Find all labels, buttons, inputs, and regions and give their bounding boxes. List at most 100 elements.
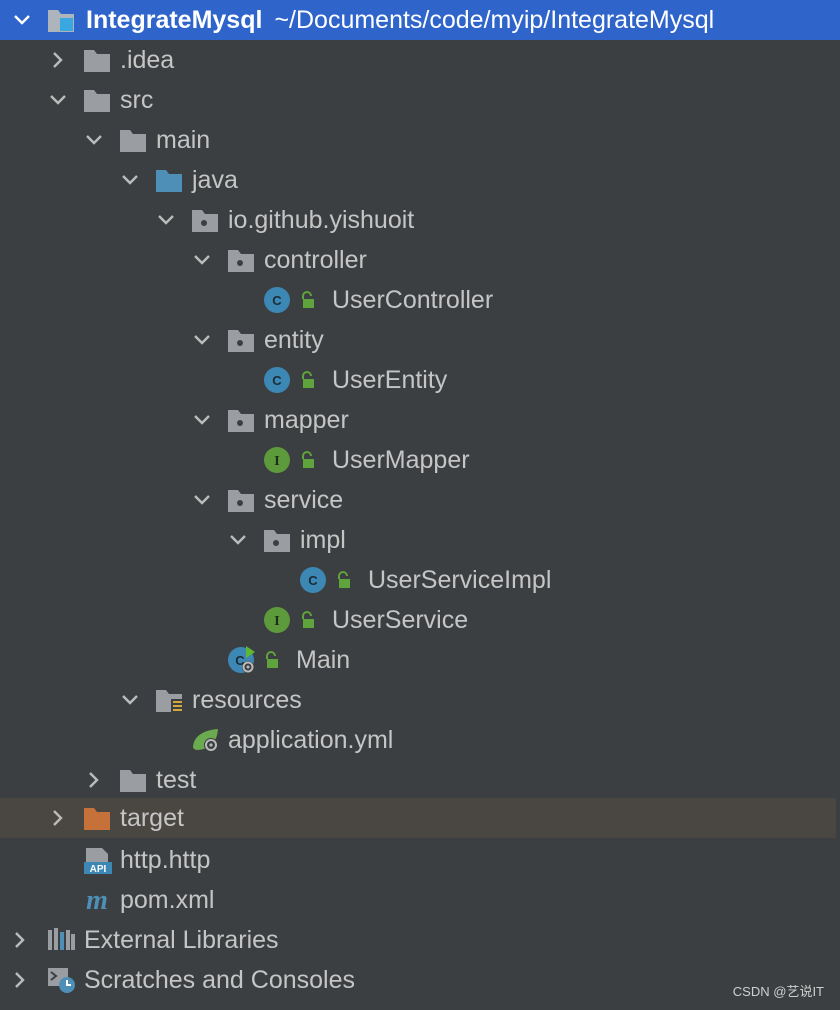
chevron-down-icon[interactable] [190, 488, 214, 512]
package-icon [226, 246, 256, 274]
package-icon [226, 486, 256, 514]
module-folder-icon [46, 6, 76, 34]
chevron-right-icon[interactable] [46, 48, 70, 72]
package-icon [190, 206, 220, 234]
tree-item-label: entity [264, 326, 324, 354]
tree-item-user-controller[interactable]: C UserController [0, 280, 840, 320]
chevron-down-icon[interactable] [118, 688, 142, 712]
tree-item-label: UserMapper [332, 446, 470, 474]
chevron-right-icon[interactable] [82, 768, 106, 792]
chevron-down-icon[interactable] [10, 8, 34, 32]
source-folder-icon [154, 166, 184, 194]
svg-text:m: m [86, 886, 108, 914]
package-icon [226, 326, 256, 354]
tree-item-resources[interactable]: resources [0, 680, 840, 720]
chevron-down-icon[interactable] [190, 408, 214, 432]
svg-text:I: I [274, 454, 279, 469]
tree-item-external-libraries[interactable]: External Libraries [0, 920, 840, 960]
tree-item-label: .idea [120, 46, 175, 74]
tree-item-http-file[interactable]: API http.http [0, 840, 840, 880]
tree-item-label: http.http [120, 846, 211, 874]
svg-text:I: I [274, 614, 279, 629]
class-icon: C [262, 366, 292, 394]
tree-item-label: pom.xml [120, 886, 215, 914]
chevron-down-icon[interactable] [154, 208, 178, 232]
chevron-right-icon[interactable] [8, 928, 32, 952]
tree-item-entity[interactable]: entity [0, 320, 840, 360]
chevron-down-icon[interactable] [190, 328, 214, 352]
tree-item-label: Main [296, 646, 351, 674]
tree-item-label: UserService [332, 606, 469, 634]
lock-icon [300, 371, 316, 389]
tree-item-label: target [120, 804, 184, 832]
tree-item-controller[interactable]: controller [0, 240, 840, 280]
watermark: CSDN @艺说IT [732, 984, 824, 999]
lock-icon [336, 571, 352, 589]
tree-item-main-class[interactable]: C Main [0, 640, 840, 680]
package-icon [262, 526, 292, 554]
package-icon [226, 406, 256, 434]
svg-text:C: C [272, 293, 282, 308]
tree-item-label: main [156, 126, 211, 154]
folder-icon [82, 86, 112, 114]
tree-item-test[interactable]: test [0, 760, 840, 800]
chevron-right-icon[interactable] [8, 968, 32, 992]
tree-item-label: mapper [264, 406, 349, 434]
tree-item-scratches[interactable]: Scratches and Consoles [0, 960, 840, 1000]
chevron-down-icon[interactable] [226, 528, 250, 552]
lock-icon [264, 651, 280, 669]
tree-item-target[interactable]: target [0, 798, 836, 838]
folder-icon [118, 766, 148, 794]
tree-item-label: test [156, 766, 197, 794]
tree-item-label: UserEntity [332, 366, 448, 394]
tree-item-label: UserServiceImpl [368, 566, 552, 594]
project-name: IntegrateMysql [86, 6, 263, 34]
tree-item-label: External Libraries [84, 926, 279, 954]
tree-item-user-entity[interactable]: C UserEntity [0, 360, 840, 400]
chevron-down-icon[interactable] [118, 168, 142, 192]
tree-item-label: application.yml [228, 726, 394, 754]
tree-item-user-service-impl[interactable]: C UserServiceImpl [0, 560, 840, 600]
lock-icon [300, 291, 316, 309]
tree-item-service[interactable]: service [0, 480, 840, 520]
lock-icon [300, 451, 316, 469]
svg-text:C: C [272, 373, 282, 388]
tree-item-impl[interactable]: impl [0, 520, 840, 560]
tree-item-label: Scratches and Consoles [84, 966, 355, 994]
svg-text:C: C [308, 573, 318, 588]
tree-item-user-service[interactable]: I UserService [0, 600, 840, 640]
chevron-right-icon[interactable] [46, 806, 70, 830]
tree-item-application-yml[interactable]: application.yml [0, 720, 840, 760]
chevron-down-icon[interactable] [190, 248, 214, 272]
libraries-icon [46, 926, 76, 954]
tree-item-java[interactable]: java [0, 160, 840, 200]
tree-item-label: java [192, 166, 238, 194]
tree-item-idea[interactable]: .idea [0, 40, 840, 80]
tree-item-label: src [120, 86, 154, 114]
tree-item-mapper[interactable]: mapper [0, 400, 840, 440]
project-path: ~/Documents/code/myip/IntegrateMysql [274, 6, 715, 34]
tree-item-package[interactable]: io.github.yishuoit [0, 200, 840, 240]
tree-item-label: io.github.yishuoit [228, 206, 415, 234]
tree-item-src[interactable]: src [0, 80, 840, 120]
tree-item-label: service [264, 486, 344, 514]
class-icon: C [262, 286, 292, 314]
tree-item-project-root[interactable]: IntegrateMysql ~/Documents/code/myip/Inte… [0, 0, 840, 40]
maven-icon: m [82, 886, 112, 914]
class-icon: C [298, 566, 328, 594]
excluded-folder-icon [82, 804, 112, 832]
spring-yaml-icon [190, 726, 220, 754]
tree-item-label: resources [192, 686, 302, 714]
lock-icon [300, 611, 316, 629]
tree-item-user-mapper[interactable]: I UserMapper [0, 440, 840, 480]
folder-icon [118, 126, 148, 154]
scratches-clock-icon [46, 966, 76, 994]
tree-item-label: UserController [332, 286, 494, 314]
tree-item-pom[interactable]: m pom.xml [0, 880, 840, 920]
chevron-down-icon[interactable] [82, 128, 106, 152]
chevron-down-icon[interactable] [46, 88, 70, 112]
spring-boot-main-class-icon: C [226, 646, 256, 674]
interface-icon: I [262, 446, 292, 474]
folder-icon [82, 46, 112, 74]
tree-item-main[interactable]: main [0, 120, 840, 160]
